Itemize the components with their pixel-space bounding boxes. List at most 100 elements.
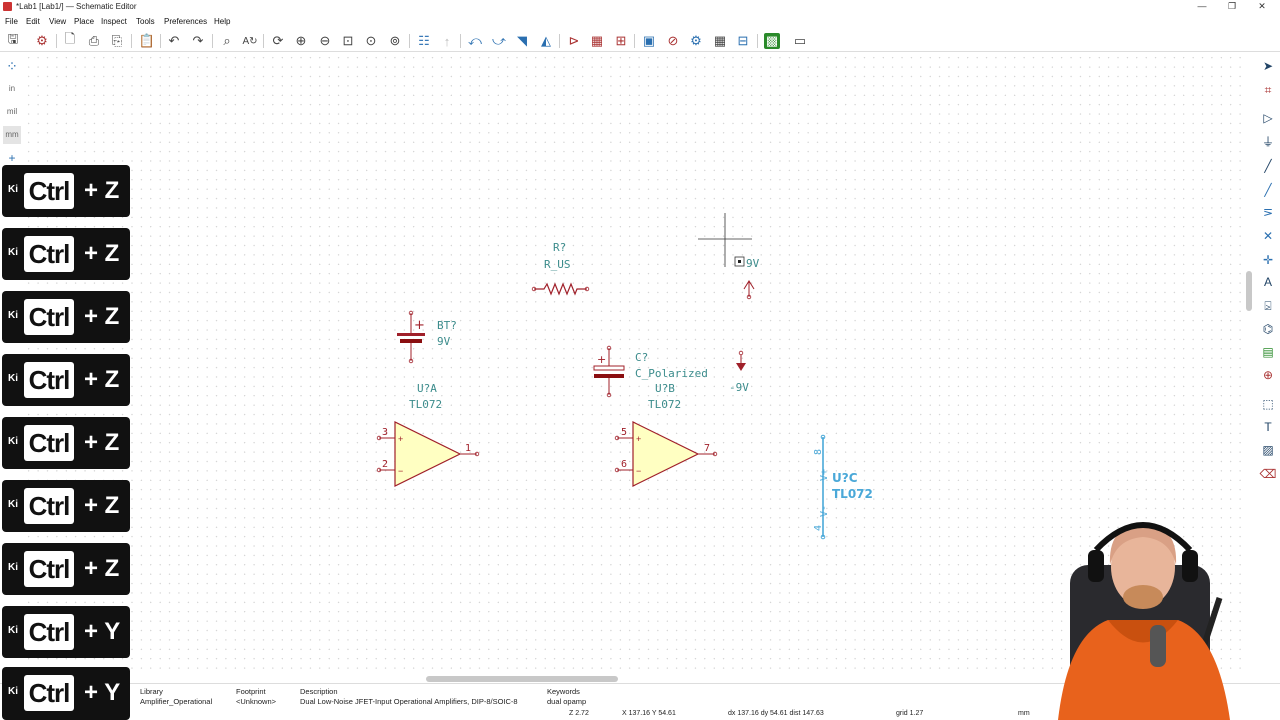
- pcb-icon[interactable]: ⊟: [735, 33, 751, 49]
- add-symbol-icon[interactable]: ▷: [1259, 109, 1277, 127]
- zoom-in-icon[interactable]: ⊕: [293, 33, 309, 49]
- bom-icon[interactable]: ⚙: [688, 33, 704, 49]
- menu-file[interactable]: File: [5, 17, 18, 26]
- combo-key: + Z: [84, 177, 120, 204]
- pcb-editor-icon[interactable]: ▩: [764, 33, 780, 49]
- leave-sheet-icon[interactable]: ↑: [439, 33, 455, 49]
- battery-symbol[interactable]: + BT? 9V: [397, 310, 457, 364]
- opamp-c-symbol[interactable]: 8 4 V+ V- U?C TL072: [813, 434, 873, 540]
- capacitor-plus: +: [597, 353, 606, 366]
- ctrl-key: Ctrl: [24, 614, 74, 650]
- scripting-icon[interactable]: ▭: [792, 33, 808, 49]
- ki-icon: Ki: [8, 625, 18, 636]
- zoom-out-icon[interactable]: ⊖: [317, 33, 333, 49]
- add-bus-icon[interactable]: ╱: [1259, 181, 1277, 199]
- save-icon[interactable]: 🖫: [5, 31, 21, 49]
- highlight-net-icon[interactable]: ⌗: [1259, 81, 1277, 99]
- capacitor-symbol[interactable]: + C? C_Polarized: [593, 345, 708, 398]
- menu-preferences[interactable]: Preferences: [164, 17, 207, 26]
- battery-value: 9V: [437, 335, 451, 348]
- ctrl-key: Ctrl: [24, 236, 74, 272]
- paste-icon[interactable]: 📋: [139, 33, 155, 49]
- minimize-button[interactable]: —: [1192, 1, 1212, 11]
- menu-help[interactable]: Help: [214, 17, 230, 26]
- footprint-assign-icon[interactable]: ⊘: [665, 33, 681, 49]
- mirror-v-icon[interactable]: ◥: [514, 33, 530, 49]
- grid-toggle-icon[interactable]: ⁘: [3, 57, 21, 75]
- units-status: mm: [1018, 710, 1030, 717]
- combo-key: + Y: [84, 618, 121, 645]
- menu-edit[interactable]: Edit: [26, 17, 40, 26]
- delete-icon[interactable]: ⌫: [1259, 465, 1277, 483]
- rotate-ccw-icon[interactable]: ⤺: [467, 33, 483, 49]
- junction-icon[interactable]: ✛: [1259, 251, 1277, 269]
- menu-inspect[interactable]: Inspect: [101, 17, 127, 26]
- menu-tools[interactable]: Tools: [136, 17, 155, 26]
- zoom-tool-icon[interactable]: ⊚: [387, 33, 403, 49]
- ki-icon: Ki: [8, 310, 18, 321]
- add-wire-icon[interactable]: ╱: [1259, 157, 1277, 175]
- label-icon[interactable]: A: [1259, 273, 1277, 291]
- plot-icon[interactable]: ⎘: [109, 33, 125, 49]
- ctrl-key: Ctrl: [24, 675, 74, 711]
- zoom-objects-icon[interactable]: ⊙: [363, 33, 379, 49]
- netlist-icon[interactable]: ▦: [712, 33, 728, 49]
- annotate-icon[interactable]: ⊞: [613, 33, 629, 49]
- power-pos-symbol[interactable]: 9V: [743, 257, 760, 300]
- maximize-button[interactable]: ❐: [1222, 1, 1242, 12]
- select-icon[interactable]: ➤: [1259, 57, 1277, 75]
- hier-label-icon[interactable]: ⌬: [1259, 320, 1277, 338]
- import-sheet-pin-icon[interactable]: ⊕: [1259, 366, 1277, 384]
- opamp-b-value: TL072: [648, 398, 681, 411]
- page-settings-icon[interactable]: 🗋: [62, 31, 78, 49]
- opamp-b-pin-7: 7: [704, 443, 710, 454]
- resistor-symbol[interactable]: R? R_US: [531, 241, 590, 296]
- opamp-a-symbol[interactable]: U?A TL072 + − 3 2 1: [376, 382, 480, 487]
- symbol-browser-icon[interactable]: ▦: [589, 33, 605, 49]
- hierarchy-icon[interactable]: ☷: [416, 33, 432, 49]
- mirror-h-icon[interactable]: ◭: [538, 33, 554, 49]
- line-icon[interactable]: ⬚: [1259, 395, 1277, 413]
- symbol-editor-icon[interactable]: ⊳: [566, 33, 582, 49]
- menu-view[interactable]: View: [49, 17, 66, 26]
- find-icon[interactable]: ⌕: [219, 33, 235, 49]
- redo-icon[interactable]: ↷: [190, 33, 206, 49]
- print-icon[interactable]: ⎙: [86, 33, 102, 49]
- units-mm-button[interactable]: mm: [3, 126, 21, 144]
- units-mil-button[interactable]: mil: [3, 103, 21, 121]
- zoom-fit-icon[interactable]: ⊡: [340, 33, 356, 49]
- units-inch-button[interactable]: in: [3, 80, 21, 98]
- vertical-scroll-thumb[interactable]: [1246, 271, 1252, 311]
- hier-sheet-icon[interactable]: ▤: [1259, 343, 1277, 361]
- power-neg-symbol[interactable]: -9V: [729, 350, 749, 394]
- svg-text:+: +: [636, 434, 641, 444]
- power-neg-value: -9V: [729, 381, 749, 394]
- no-connect-icon[interactable]: ✕: [1259, 227, 1277, 245]
- close-button[interactable]: ✕: [1252, 1, 1272, 12]
- global-label-icon[interactable]: ⍄: [1259, 297, 1277, 315]
- text-icon[interactable]: T: [1259, 418, 1277, 436]
- vertical-scrollbar[interactable]: [1243, 53, 1256, 675]
- opamp-a-value: TL072: [409, 398, 442, 411]
- menu-place[interactable]: Place: [74, 17, 94, 26]
- footprint-value: <Unknown>: [236, 697, 277, 706]
- rotate-cw-icon[interactable]: ⤻: [491, 33, 507, 49]
- find-replace-icon[interactable]: A↻: [242, 33, 258, 49]
- wire-to-bus-icon[interactable]: ⋝: [1259, 203, 1277, 221]
- opamp-c-vplus: V+: [819, 469, 830, 481]
- keystroke-badge: Ki Ctrl + Z: [2, 480, 130, 532]
- schematic-setup-icon[interactable]: ⚙: [34, 33, 50, 49]
- add-power-icon[interactable]: ⏚: [1259, 133, 1277, 151]
- opamp-c-value: TL072: [832, 487, 873, 501]
- resistor-value: R_US: [544, 258, 571, 271]
- opamp-b-symbol[interactable]: U?B TL072 + − 5 6 7: [614, 382, 718, 487]
- horizontal-scroll-thumb[interactable]: [426, 676, 618, 682]
- combo-key: + Z: [84, 366, 120, 393]
- resistor-ref: R?: [553, 241, 566, 254]
- refresh-icon[interactable]: ⟳: [270, 33, 286, 49]
- image-icon[interactable]: ▨: [1259, 441, 1277, 459]
- opamp-b-pin-5: 5: [621, 427, 627, 438]
- undo-icon[interactable]: ↶: [166, 33, 182, 49]
- combo-key: + Y: [84, 679, 121, 706]
- erc-icon[interactable]: ▣: [641, 33, 657, 49]
